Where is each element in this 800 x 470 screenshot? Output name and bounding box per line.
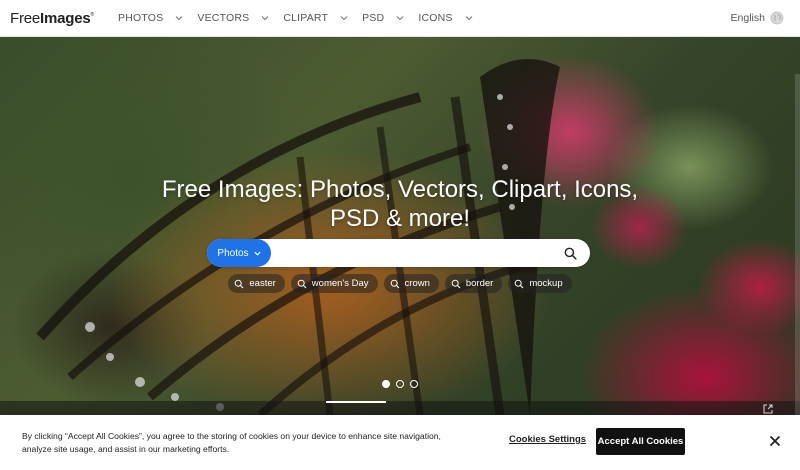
search-button[interactable]: [556, 239, 584, 267]
chevron-down-icon: [254, 250, 261, 257]
accept-all-cookies-button[interactable]: Accept All Cookies: [596, 428, 685, 455]
nav-photos[interactable]: PHOTOS: [118, 12, 183, 24]
carousel-dot-2[interactable]: [396, 380, 404, 388]
tag-label: easter: [249, 278, 276, 289]
chevron-down-icon: [261, 14, 269, 22]
search-icon: [451, 279, 461, 289]
cookies-settings-button[interactable]: Cookies Settings: [509, 434, 586, 445]
chevron-down-icon: [340, 14, 348, 22]
search-icon: [234, 279, 244, 289]
hero-title-line2: PSD & more!: [329, 205, 471, 232]
search-input[interactable]: [271, 239, 556, 267]
chevron-down-icon: [396, 14, 404, 22]
scrollbar[interactable]: [795, 74, 800, 415]
external-link-icon[interactable]: [763, 404, 773, 414]
logo-free: Free: [10, 9, 41, 27]
tag-label: mockup: [529, 278, 563, 289]
tag-womens-day[interactable]: women's Day: [290, 274, 378, 293]
popular-tags: easter women's Day crown border mockup: [0, 274, 800, 293]
nav-clipart[interactable]: CLIPART: [283, 12, 348, 24]
search-icon: [564, 247, 577, 260]
hero-title-line1: Free Images: Photos, Vectors, Clipart, I…: [161, 176, 639, 203]
nav-psd[interactable]: PSD: [362, 12, 404, 24]
search-icon: [514, 279, 524, 289]
tag-easter[interactable]: easter: [228, 274, 285, 293]
nav-vectors-label: VECTORS: [197, 12, 250, 24]
logo[interactable]: FreeImages®: [10, 10, 94, 27]
tag-border[interactable]: border: [444, 274, 503, 293]
search-icon: [297, 279, 307, 289]
nav-vectors[interactable]: VECTORS: [197, 12, 269, 24]
nav-clipart-label: CLIPART: [283, 12, 329, 24]
site-header: FreeImages® PHOTOS VECTORS CLIPART PSD I…: [0, 0, 800, 37]
carousel-dot-3[interactable]: [410, 380, 418, 388]
language-selector[interactable]: English: [731, 11, 784, 25]
carousel-dot-1[interactable]: [382, 380, 390, 388]
nav-photos-label: PHOTOS: [118, 12, 164, 24]
nav-icons-label: ICONS: [418, 12, 453, 24]
carousel-progress-line: [326, 401, 386, 403]
chevron-down-icon: [175, 14, 183, 22]
main-nav: PHOTOS VECTORS CLIPART PSD ICONS: [118, 12, 487, 24]
search-bar: Photos: [207, 239, 590, 267]
search-type-label: Photos: [217, 247, 249, 259]
logo-images: Images: [40, 9, 91, 27]
tag-label: women's Day: [311, 278, 369, 289]
cookie-banner: By clicking “Accept All Cookies”, you ag…: [0, 415, 800, 470]
tag-label: crown: [404, 278, 430, 289]
nav-psd-label: PSD: [362, 12, 385, 24]
globe-icon: [770, 11, 784, 25]
carousel-dots: [0, 380, 800, 388]
nav-icons[interactable]: ICONS: [418, 12, 472, 24]
search-type-dropdown[interactable]: Photos: [207, 239, 271, 267]
logo-registered-mark: ®: [90, 11, 95, 18]
hero-banner: Free Images: Photos, Vectors, Clipart, I…: [0, 37, 800, 415]
chevron-down-icon: [465, 14, 473, 22]
cookie-message: By clicking “Accept All Cookies”, you ag…: [22, 431, 441, 454]
hero-title: Free Images: Photos, Vectors, Clipart, I…: [0, 175, 800, 233]
tag-crown[interactable]: crown: [383, 274, 439, 293]
language-label: English: [730, 12, 765, 24]
tag-mockup[interactable]: mockup: [508, 274, 572, 293]
search-icon: [390, 279, 400, 289]
close-icon[interactable]: [769, 435, 781, 447]
tag-label: border: [465, 278, 494, 289]
hero-bottom-bar: [0, 401, 800, 415]
